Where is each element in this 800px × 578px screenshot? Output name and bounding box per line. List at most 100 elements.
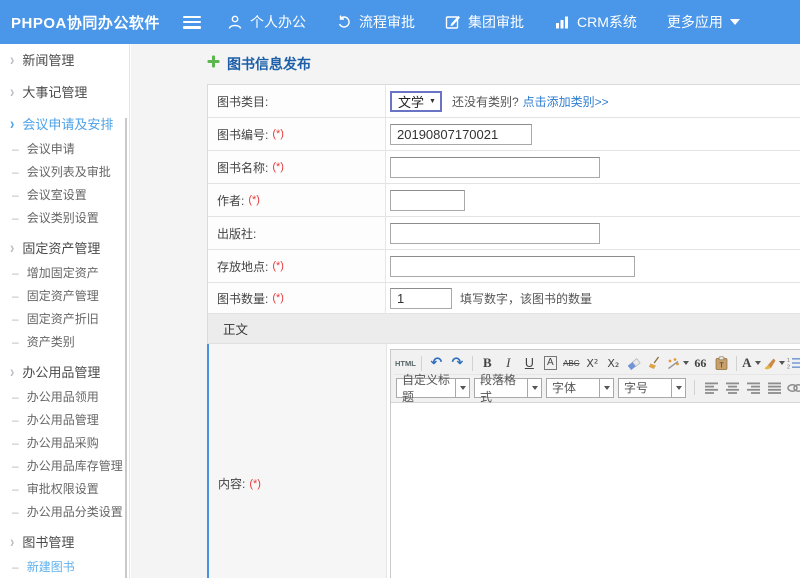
hamburger-menu-icon[interactable] — [183, 16, 201, 29]
svg-text:2: 2 — [787, 365, 790, 370]
required-marker: (*) — [272, 161, 284, 173]
form-row-book-name: 图书名称: (*) — [208, 151, 800, 184]
sidebar-item-book-new[interactable]: – 新建图书 — [0, 555, 129, 578]
sidebar: › 新闻管理 › 大事记管理 › 会议申请及安排 – 会议申请 – 会议列表及审… — [0, 44, 130, 578]
user-icon — [227, 14, 243, 30]
book-no-input[interactable] — [390, 124, 532, 145]
font-border-button[interactable]: A — [541, 354, 560, 372]
sidebar-item-supplies-inventory[interactable]: – 办公用品库存管理 — [0, 454, 129, 477]
font-color-button[interactable]: A — [742, 354, 761, 372]
form-row-publisher: 出版社: — [208, 217, 800, 250]
history-icon — [336, 14, 352, 30]
font-size-select[interactable]: 字号 — [618, 378, 686, 398]
form-row-book-no: 图书编号: (*) — [208, 118, 800, 151]
format-brush-button[interactable] — [667, 354, 689, 372]
editor-content-area[interactable] — [391, 402, 800, 578]
rich-text-editor: HTML ↶ ↷ B I U A ABC X² — [390, 349, 800, 578]
superscript-button[interactable]: X² — [583, 354, 602, 372]
eraser-button[interactable] — [625, 354, 644, 372]
sidebar-item-supplies-management[interactable]: › 办公用品管理 — [0, 357, 129, 385]
dash-icon: – — [12, 436, 19, 450]
sidebar-item-supplies-claim[interactable]: – 办公用品领用 — [0, 385, 129, 408]
dash-icon: – — [12, 188, 19, 202]
author-input[interactable] — [390, 190, 465, 211]
sidebar-item-supplies-manage[interactable]: – 办公用品管理 — [0, 408, 129, 431]
align-right-button[interactable] — [744, 379, 763, 397]
body-section-header: 正文 — [208, 314, 800, 344]
sidebar-item-news-management[interactable]: › 新闻管理 — [0, 45, 129, 73]
sidebar-item-asset-manage[interactable]: – 固定资产管理 — [0, 284, 129, 307]
quantity-hint: 填写数字，该图书的数量 — [460, 290, 592, 307]
chevron-right-icon: › — [10, 114, 14, 133]
undo-button[interactable]: ↶ — [427, 354, 446, 372]
font-color-a-icon: A — [742, 355, 751, 371]
ordered-list-button[interactable]: 12 — [787, 354, 800, 372]
align-center-icon — [726, 382, 740, 394]
sidebar-item-book-management[interactable]: › 图书管理 — [0, 527, 129, 555]
add-category-link[interactable]: 点击添加类别>> — [523, 93, 609, 110]
sidebar-item-meeting-apply[interactable]: – 会议申请 — [0, 137, 129, 160]
sidebar-item-supplies-purchase[interactable]: – 办公用品采购 — [0, 431, 129, 454]
clear-format-button[interactable] — [646, 354, 665, 372]
author-label: 作者: — [217, 192, 244, 209]
format-brush-icon — [667, 357, 680, 370]
bold-button[interactable]: B — [478, 354, 497, 372]
highlight-button[interactable] — [763, 354, 785, 372]
heading-select[interactable]: 自定义标题 — [396, 378, 470, 398]
form-row-location: 存放地点: (*) — [208, 250, 800, 283]
blockquote-button[interactable]: 66 — [691, 354, 710, 372]
subscript-button[interactable]: X₂ — [604, 354, 623, 372]
sidebar-item-meeting-category[interactable]: – 会议类别设置 — [0, 206, 129, 229]
align-left-button[interactable] — [702, 379, 721, 397]
italic-button[interactable]: I — [499, 354, 518, 372]
sidebar-item-meeting-list[interactable]: – 会议列表及审批 — [0, 160, 129, 183]
nav-crm-system[interactable]: CRM系统 — [554, 12, 637, 32]
dash-icon: – — [12, 560, 19, 574]
sidebar-item-asset-management[interactable]: › 固定资产管理 — [0, 233, 129, 261]
category-select[interactable]: 文学 ▼ — [390, 91, 442, 112]
underline-button[interactable]: U — [520, 354, 539, 372]
link-button[interactable] — [786, 379, 800, 397]
publisher-label: 出版社: — [217, 225, 256, 242]
bar-chart-icon — [554, 14, 570, 30]
dash-icon: – — [12, 505, 19, 519]
align-justify-button[interactable] — [765, 379, 784, 397]
nav-more-apps[interactable]: 更多应用 — [667, 12, 740, 32]
nav-group-approval[interactable]: 集团审批 — [445, 12, 524, 32]
dash-icon: – — [12, 482, 19, 496]
sidebar-item-asset-category[interactable]: – 资产类别 — [0, 330, 129, 353]
book-name-input[interactable] — [390, 157, 600, 178]
sidebar-item-asset-depreciation[interactable]: – 固定资产折旧 — [0, 307, 129, 330]
dash-icon: – — [12, 390, 19, 404]
align-justify-icon — [768, 382, 782, 394]
quantity-input[interactable] — [390, 288, 452, 309]
html-source-button[interactable]: HTML — [395, 354, 416, 372]
sidebar-item-meeting-room[interactable]: – 会议室设置 — [0, 183, 129, 206]
sidebar-item-asset-add[interactable]: – 增加固定资产 — [0, 261, 129, 284]
sidebar-item-meeting-management[interactable]: › 会议申请及安排 — [0, 109, 129, 137]
sidebar-scrollbar[interactable] — [125, 118, 127, 578]
dash-icon: – — [12, 142, 19, 156]
form-row-quantity: 图书数量: (*) 填写数字，该图书的数量 — [208, 283, 800, 314]
sidebar-item-approval-permission[interactable]: – 审批权限设置 — [0, 477, 129, 500]
editor-toolbar-row2: 自定义标题 段落格式 字体 — [394, 374, 800, 400]
align-center-button[interactable] — [723, 379, 742, 397]
nav-process-approval[interactable]: 流程审批 — [336, 12, 415, 32]
publisher-input[interactable] — [390, 223, 600, 244]
paste-text-button[interactable]: T — [712, 354, 731, 372]
book-no-label: 图书编号: — [217, 126, 268, 143]
caret-down-icon — [755, 361, 761, 365]
dash-icon: – — [12, 459, 19, 473]
book-form: 图书类目: 文学 ▼ 还没有类别? 点击添加类别>> 图书编号: (*) — [207, 84, 800, 578]
font-family-select[interactable]: 字体 — [546, 378, 614, 398]
sidebar-item-supplies-classification[interactable]: – 办公用品分类设置 — [0, 500, 129, 523]
dash-icon: – — [12, 413, 19, 427]
boxed-a-icon: A — [544, 356, 557, 370]
paragraph-format-select[interactable]: 段落格式 — [474, 378, 542, 398]
redo-button[interactable]: ↷ — [448, 354, 467, 372]
strikethrough-button[interactable]: ABC — [562, 354, 581, 372]
sidebar-item-memorabilia-management[interactable]: › 大事记管理 — [0, 77, 129, 105]
location-input[interactable] — [390, 256, 635, 277]
nav-personal-office[interactable]: 个人办公 — [227, 12, 306, 32]
category-select-value: 文学 — [398, 92, 424, 111]
